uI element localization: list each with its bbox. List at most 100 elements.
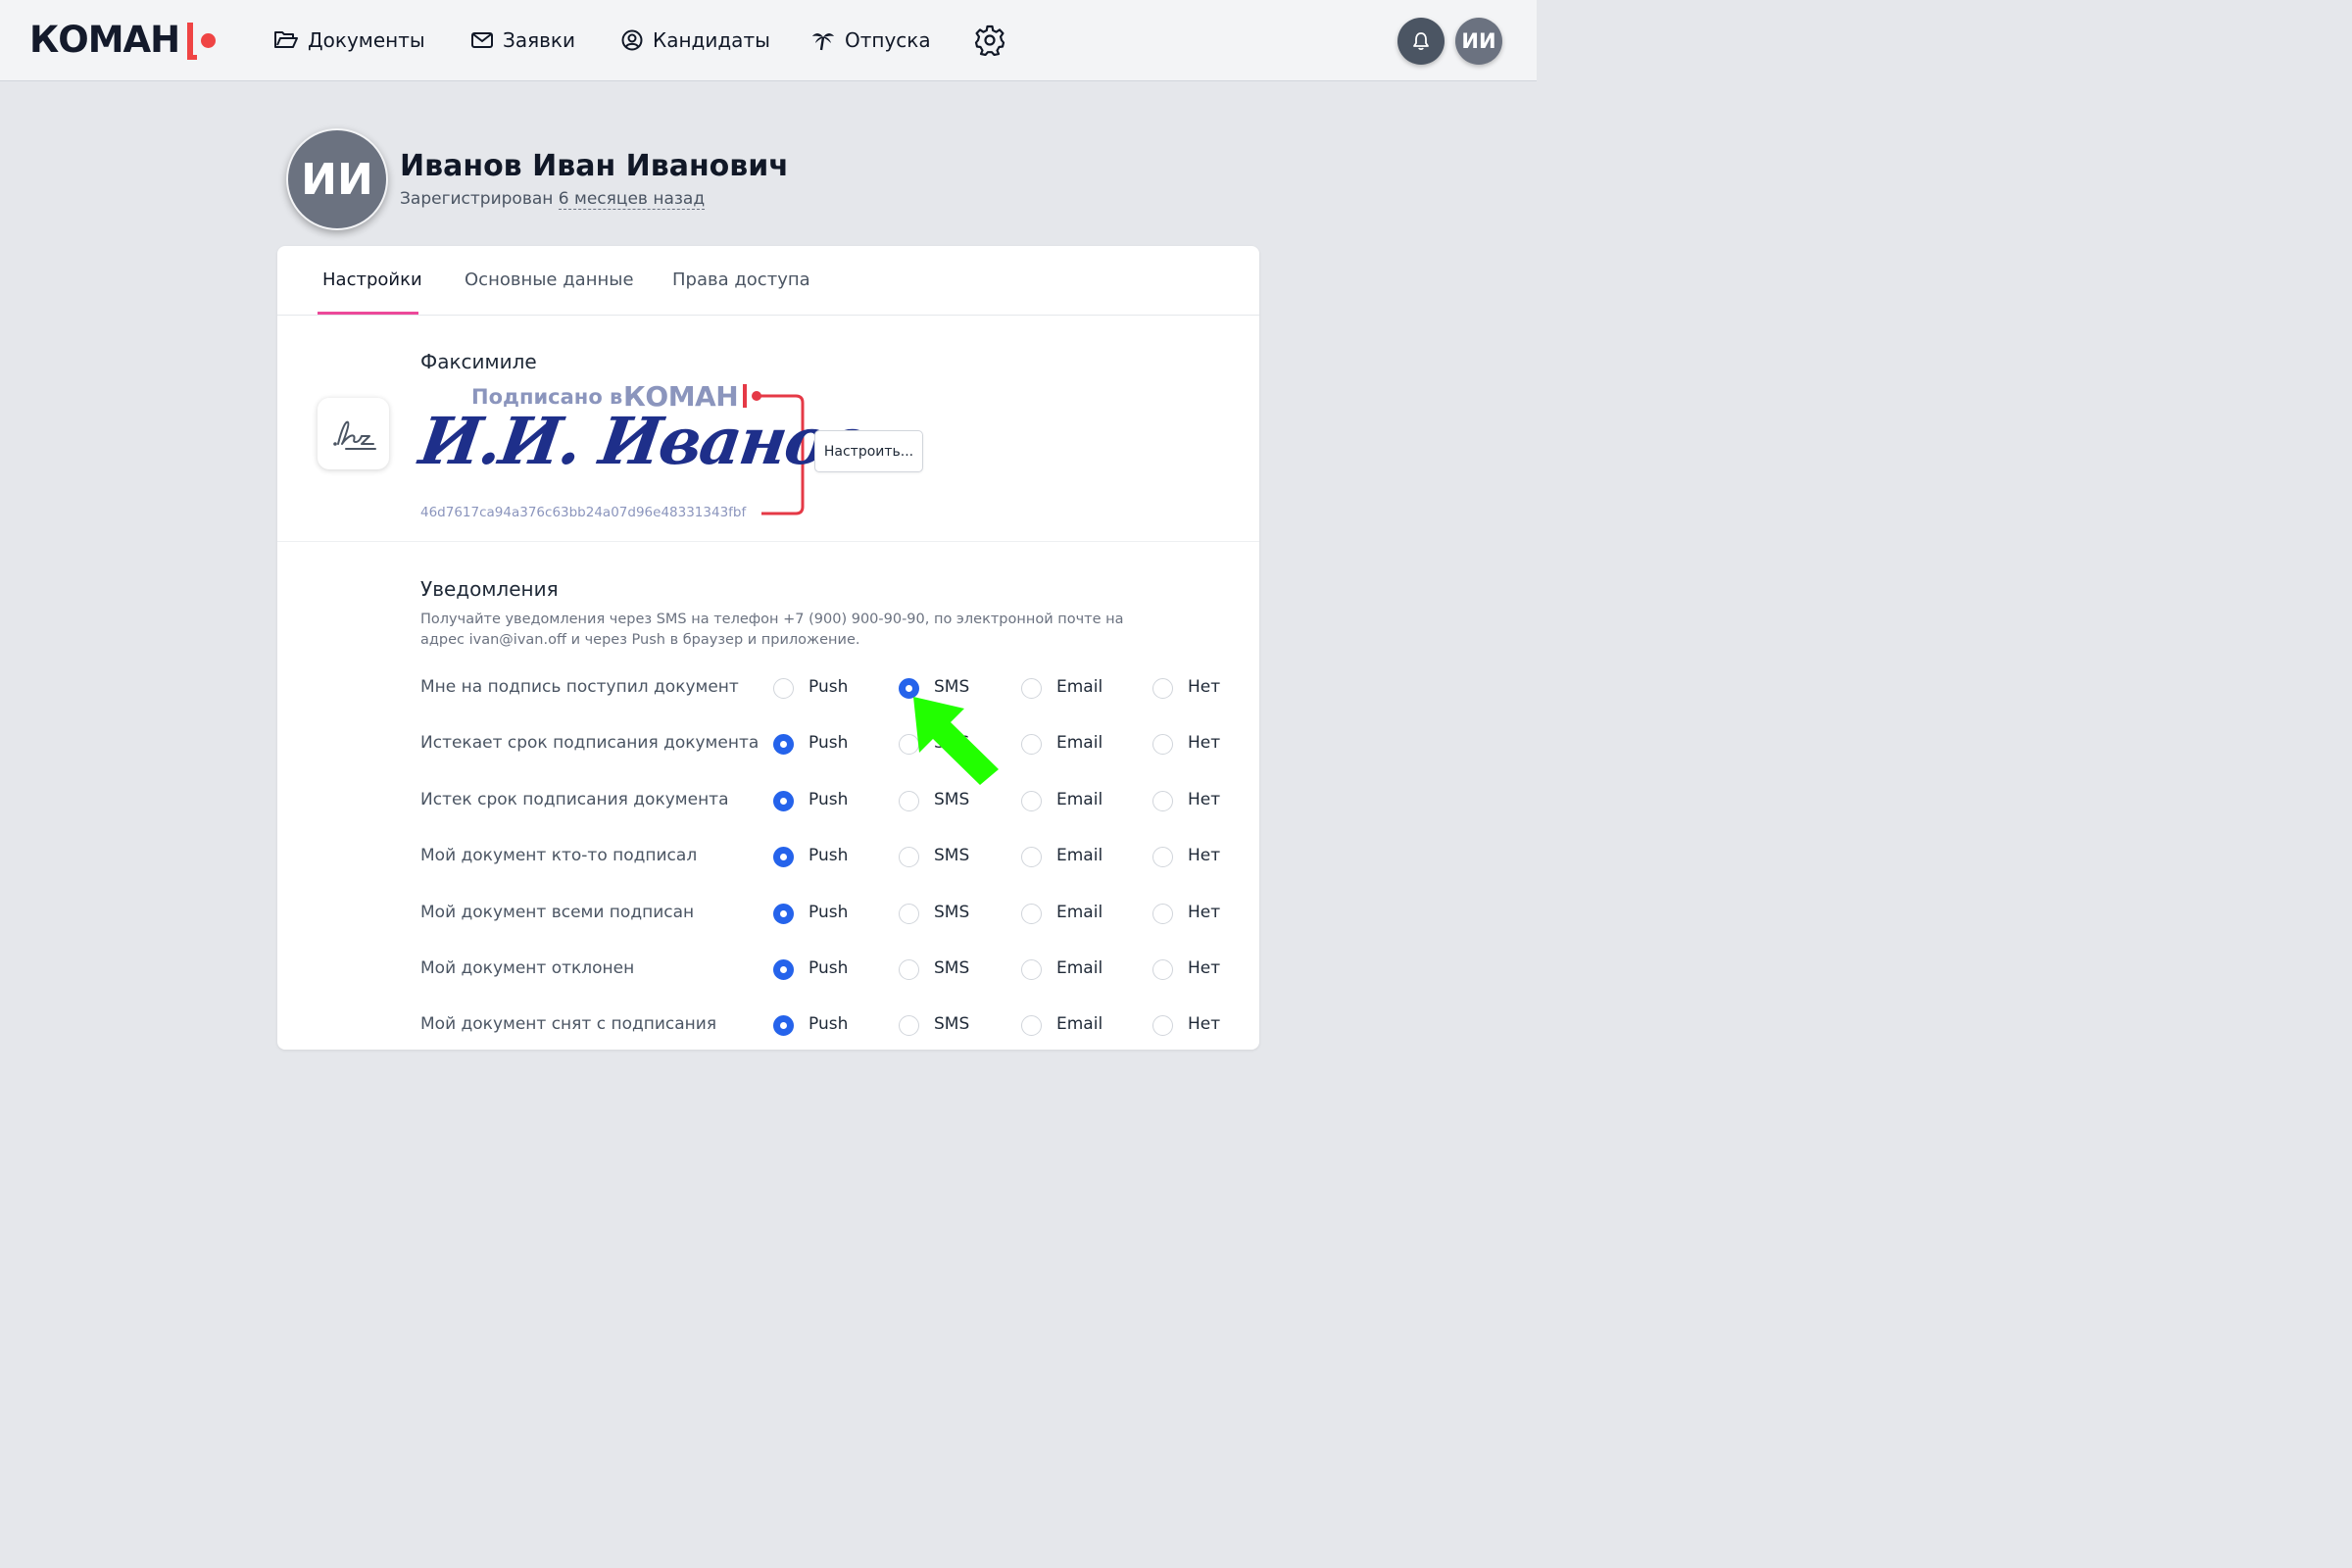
radio-нет[interactable] xyxy=(1152,678,1173,699)
radio-email[interactable] xyxy=(1021,903,1042,924)
radio-push[interactable] xyxy=(773,903,794,924)
radio-option-label[interactable]: SMS xyxy=(934,958,969,978)
radio-option-label[interactable]: Email xyxy=(1056,677,1102,697)
radio-option-label[interactable]: SMS xyxy=(934,903,969,922)
radio-option-label[interactable]: Нет xyxy=(1188,903,1220,922)
radio-push[interactable] xyxy=(773,790,794,811)
envelope-icon xyxy=(471,32,493,48)
radio-sms[interactable] xyxy=(899,1015,919,1037)
radio-нет[interactable] xyxy=(1152,734,1173,756)
radio-email[interactable] xyxy=(1021,678,1042,699)
settings-button[interactable] xyxy=(973,24,1006,57)
radio-option-label[interactable]: Push xyxy=(808,790,848,809)
nav-item-requests[interactable]: Заявки xyxy=(471,24,575,57)
radio-нет[interactable] xyxy=(1152,1015,1173,1037)
facsimile-icon-tile xyxy=(318,398,389,469)
nav-item-documents[interactable]: Документы xyxy=(274,24,425,57)
radio-option-label[interactable]: Email xyxy=(1056,846,1102,865)
radio-option-label[interactable]: Нет xyxy=(1188,846,1220,865)
radio-push[interactable] xyxy=(773,1015,794,1037)
tab-main-data[interactable]: Основные данные xyxy=(465,270,634,290)
folder-open-icon xyxy=(274,31,298,48)
nav-label: Отпуска xyxy=(845,28,931,52)
radio-option-label[interactable]: Нет xyxy=(1188,733,1220,753)
configure-facsimile-button[interactable]: Настроить... xyxy=(814,430,923,472)
radio-push[interactable] xyxy=(773,734,794,756)
signature-icon xyxy=(332,420,376,450)
radio-option-label[interactable]: Нет xyxy=(1188,790,1220,809)
notification-row-label: Мой документ отклонен xyxy=(420,958,635,978)
user-menu-avatar[interactable]: ИИ xyxy=(1455,18,1502,65)
profile-name: Иванов Иван Иванович xyxy=(400,149,789,183)
notifications-button[interactable] xyxy=(1397,18,1445,65)
notification-row-label: Мой документ всеми подписан xyxy=(420,902,695,922)
radio-email[interactable] xyxy=(1021,790,1042,811)
tab-settings[interactable]: Настройки xyxy=(322,270,422,290)
radio-option-label[interactable]: Email xyxy=(1056,903,1102,922)
facsimile-stamp: Подписано в КОМАН И.И. Иванов 46d7617ca9… xyxy=(416,375,873,520)
radio-sms[interactable] xyxy=(899,903,919,924)
radio-email[interactable] xyxy=(1021,959,1042,980)
radio-option-label[interactable]: SMS xyxy=(934,790,969,809)
radio-option-label[interactable]: Push xyxy=(808,677,848,697)
radio-нет[interactable] xyxy=(1152,959,1173,980)
radio-push[interactable] xyxy=(773,959,794,980)
notification-row-label: Мне на подпись поступил документ xyxy=(420,677,739,697)
radio-нет[interactable] xyxy=(1152,903,1173,924)
bell-icon xyxy=(1413,32,1429,51)
radio-option-label[interactable]: Нет xyxy=(1188,1014,1220,1034)
logo-text: КОМАН xyxy=(29,19,180,61)
radio-option-label[interactable]: Email xyxy=(1056,1014,1102,1034)
brand-logo[interactable]: КОМАН xyxy=(29,19,219,62)
profile-registered: Зарегистрирован 6 месяцев назад xyxy=(400,189,706,210)
radio-option-label[interactable]: Email xyxy=(1056,790,1102,809)
nav-label: Заявки xyxy=(503,28,575,52)
radio-email[interactable] xyxy=(1021,847,1042,868)
settings-card: Настройки Основные данные Права доступа … xyxy=(277,246,1259,1050)
radio-option-label[interactable]: Push xyxy=(808,903,848,922)
signature-image: И.И. Иванов xyxy=(415,403,873,479)
tab-access-rights[interactable]: Права доступа xyxy=(672,270,810,290)
radio-нет[interactable] xyxy=(1152,847,1173,868)
radio-option-label[interactable]: Email xyxy=(1056,958,1102,978)
registered-prefix: Зарегистрирован xyxy=(400,189,554,209)
profile-avatar: ИИ xyxy=(286,128,388,230)
radio-option-label[interactable]: SMS xyxy=(934,733,969,753)
radio-sms[interactable] xyxy=(899,959,919,980)
notification-row-label: Истекает срок подписания документа xyxy=(420,733,760,754)
logo-mark-icon xyxy=(183,19,219,62)
radio-option-label[interactable]: SMS xyxy=(934,846,969,865)
radio-sms[interactable] xyxy=(899,847,919,868)
radio-sms[interactable] xyxy=(899,678,919,699)
nav-label: Документы xyxy=(308,28,425,52)
facsimile-hash: 46d7617ca94a376c63bb24a07d96e48331343fbf xyxy=(420,505,747,520)
radio-option-label[interactable]: Push xyxy=(808,1014,848,1034)
radio-option-label[interactable]: Email xyxy=(1056,733,1102,753)
profile-tabs: Настройки Основные данные Права доступа xyxy=(277,246,1259,316)
gear-icon xyxy=(974,24,1005,56)
facsimile-title: Факсимиле xyxy=(420,350,537,373)
nav-item-candidates[interactable]: Кандидаты xyxy=(621,24,770,57)
notification-row-label: Мой документ кто-то подписал xyxy=(420,846,698,866)
radio-option-label[interactable]: Push xyxy=(808,733,848,753)
nav-item-vacations[interactable]: Отпуска xyxy=(811,24,931,57)
radio-option-label[interactable]: Push xyxy=(808,958,848,978)
radio-push[interactable] xyxy=(773,678,794,699)
radio-нет[interactable] xyxy=(1152,790,1173,811)
radio-push[interactable] xyxy=(773,847,794,868)
registered-ago: 6 месяцев назад xyxy=(558,189,706,210)
section-divider xyxy=(277,541,1259,542)
radio-email[interactable] xyxy=(1021,734,1042,756)
radio-sms[interactable] xyxy=(899,790,919,811)
notifications-description: Получайте уведомления через SMS на телеф… xyxy=(420,612,1124,648)
radio-option-label[interactable]: SMS xyxy=(934,1014,969,1034)
notification-row-label: Мой документ снят с подписания xyxy=(420,1014,717,1035)
radio-option-label[interactable]: SMS xyxy=(934,677,969,697)
radio-option-label[interactable]: Push xyxy=(808,846,848,865)
radio-option-label[interactable]: Нет xyxy=(1188,677,1220,697)
radio-option-label[interactable]: Нет xyxy=(1188,958,1220,978)
radio-sms[interactable] xyxy=(899,734,919,756)
radio-email[interactable] xyxy=(1021,1015,1042,1037)
user-circle-icon xyxy=(621,29,643,51)
palm-tree-icon xyxy=(812,33,834,51)
